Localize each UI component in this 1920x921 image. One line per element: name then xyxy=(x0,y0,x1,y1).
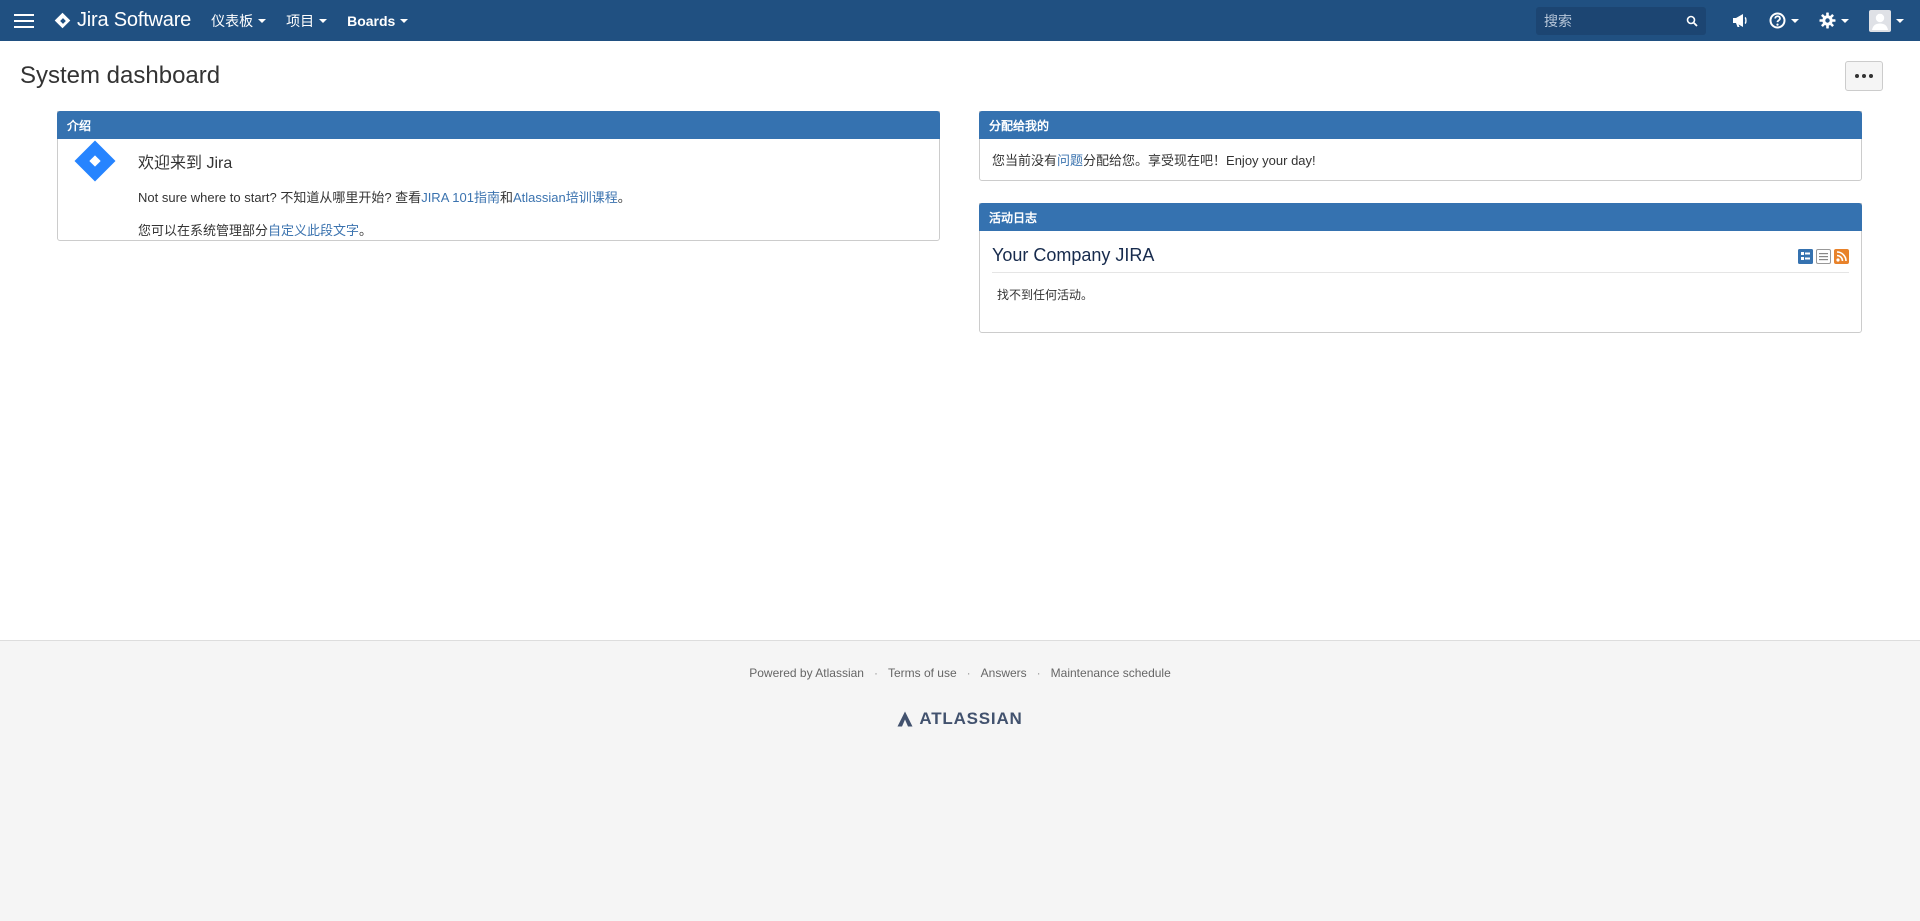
activity-view-options xyxy=(1798,249,1849,264)
nav-dashboards[interactable]: 仪表板 xyxy=(201,0,276,41)
intro-customize-text: 。 xyxy=(359,223,373,238)
more-dot-icon xyxy=(1862,74,1866,78)
jira-software-logo[interactable]: Jira Software xyxy=(54,0,191,41)
megaphone-icon xyxy=(1733,14,1747,27)
intro-content: 欢迎来到 Jira Not sure where to start? 不知道从哪… xyxy=(138,149,631,253)
activity-stream-gadget: 活动日志 Your Company JIRA 找不到任何活动。 xyxy=(979,203,1862,333)
powered-by-atlassian-link[interactable]: Powered by Atlassian xyxy=(749,666,864,680)
footer-separator: · xyxy=(966,666,971,680)
atlassian-logo[interactable]: ATLASSIAN xyxy=(0,709,1920,729)
intro-help-text: 。 xyxy=(617,190,631,205)
atlassian-training-link[interactable]: Atlassian培训课程 xyxy=(513,190,618,205)
more-dot-icon xyxy=(1855,74,1859,78)
logo-text: Jira Software xyxy=(77,9,192,31)
nav-dashboards-label: 仪表板 xyxy=(211,12,254,29)
welcome-heading: 欢迎来到 Jira xyxy=(138,155,233,172)
assigned-message: 您当前没有问题分配给您。享受现在吧！Enjoy your day! xyxy=(980,139,1861,180)
atlassian-logo-text: ATLASSIAN xyxy=(919,709,1023,728)
chevron-down-icon xyxy=(1896,18,1904,23)
chevron-down-icon xyxy=(1841,18,1849,23)
issues-link[interactable]: 问题 xyxy=(1057,153,1083,168)
nav-projects[interactable]: 项目 xyxy=(276,0,337,41)
search-input[interactable] xyxy=(1544,12,1686,29)
main-nav: 仪表板 项目 Boards xyxy=(201,0,418,41)
list-view-icon[interactable] xyxy=(1816,249,1831,264)
divider xyxy=(992,272,1849,273)
gadget-title[interactable]: 活动日志 xyxy=(979,203,1862,231)
chevron-down-icon xyxy=(1791,18,1799,23)
footer-separator: · xyxy=(873,666,878,680)
intro-help-text: 和 xyxy=(499,190,513,205)
answers-link[interactable]: Answers xyxy=(981,666,1027,680)
footer-separator: · xyxy=(1036,666,1041,680)
header-tools xyxy=(1536,0,1920,41)
rss-feed-icon[interactable] xyxy=(1834,249,1849,264)
intro-help-text: Not sure where to start? 不知道从哪里开始? 查看 xyxy=(138,190,422,205)
footer-links: Powered by Atlassian · Terms of use · Answer… xyxy=(0,666,1920,680)
intro-customize-line: 您可以在系统管理部分自定义此段文字。 xyxy=(138,220,631,239)
gadget-title[interactable]: 分配给我的 xyxy=(979,111,1862,139)
jira-logo-icon xyxy=(54,12,71,29)
jira-diamond-logo-icon xyxy=(74,140,116,182)
footer: Powered by Atlassian · Terms of use · Answer… xyxy=(0,640,1920,921)
full-view-icon[interactable] xyxy=(1798,249,1813,264)
intro-help-line: Not sure where to start? 不知道从哪里开始? 查看JIR… xyxy=(138,187,631,206)
search-icon[interactable] xyxy=(1686,15,1698,27)
chevron-down-icon xyxy=(400,18,409,23)
jira-101-guide-link[interactable]: JIRA 101指南 xyxy=(421,190,500,205)
intro-customize-text: 您可以在系统管理部分 xyxy=(138,223,269,238)
maintenance-schedule-link[interactable]: Maintenance schedule xyxy=(1051,666,1171,680)
more-dot-icon xyxy=(1869,74,1873,78)
announcement-button[interactable] xyxy=(1722,0,1759,41)
nav-boards-label: Boards xyxy=(347,12,396,29)
chevron-down-icon xyxy=(319,18,328,23)
help-icon xyxy=(1769,12,1786,29)
activity-stream-title: Your Company JIRA xyxy=(992,245,1155,265)
gadget-title[interactable]: 介绍 xyxy=(57,111,940,139)
top-navigation-bar: Jira Software 仪表板 项目 Boards xyxy=(0,0,1920,41)
customize-text-link[interactable]: 自定义此段文字 xyxy=(268,223,359,238)
page-title: System dashboard xyxy=(20,62,221,89)
intro-gadget: 介绍 欢迎来到 Jira Not sure where to start? 不知… xyxy=(57,111,940,241)
user-profile-button[interactable] xyxy=(1859,0,1920,41)
assigned-to-me-gadget: 分配给我的 您当前没有问题分配给您。享受现在吧！Enjoy your day! xyxy=(979,111,1862,181)
gear-icon xyxy=(1819,12,1836,29)
nav-boards[interactable]: Boards xyxy=(337,0,418,41)
atlassian-mark-icon xyxy=(897,711,913,727)
user-avatar-icon xyxy=(1869,9,1891,32)
terms-of-use-link[interactable]: Terms of use xyxy=(888,666,957,680)
assigned-text: 您当前没有 xyxy=(992,153,1058,168)
settings-button[interactable] xyxy=(1809,0,1859,41)
quick-search xyxy=(1536,6,1706,35)
dashboard-tools-button[interactable] xyxy=(1845,61,1883,91)
nav-projects-label: 项目 xyxy=(286,12,315,29)
chevron-down-icon xyxy=(258,18,267,23)
app-switcher-icon[interactable] xyxy=(14,0,42,41)
help-button[interactable] xyxy=(1759,0,1809,41)
assigned-text: 分配给您。享受现在吧！Enjoy your day! xyxy=(1083,153,1316,168)
no-activity-message: 找不到任何活动。 xyxy=(997,288,1094,302)
